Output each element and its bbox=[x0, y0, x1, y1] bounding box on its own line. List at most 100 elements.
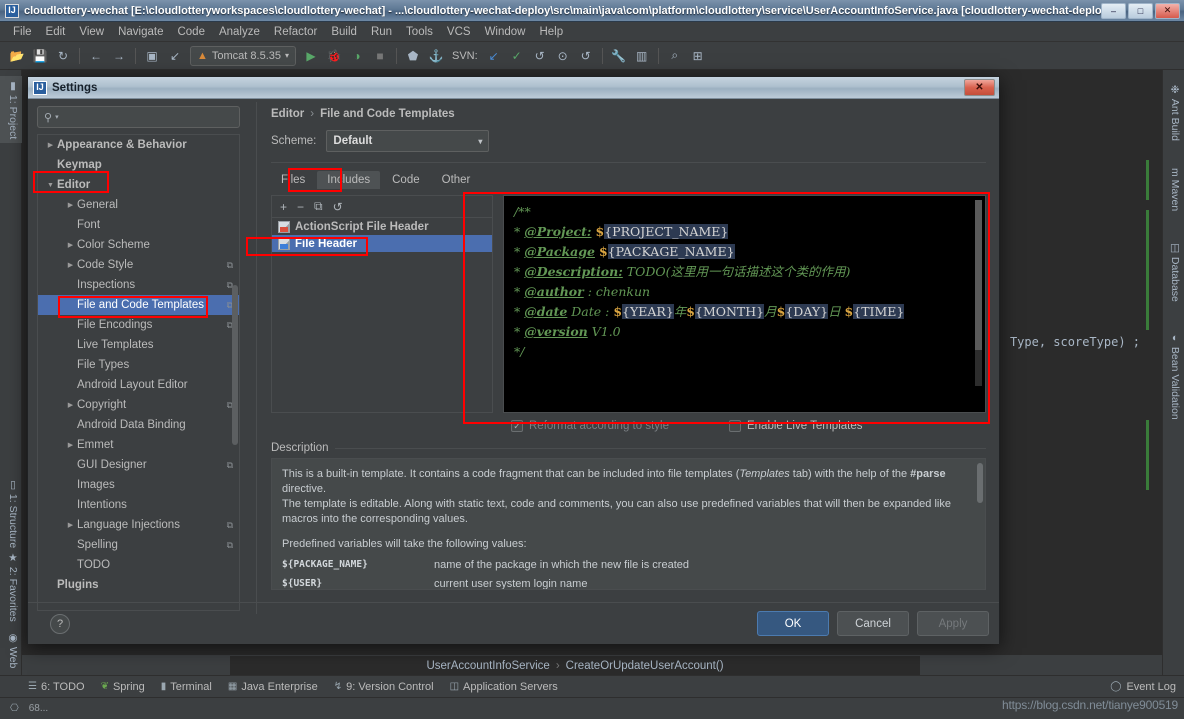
debug-icon[interactable]: 🐞 bbox=[323, 45, 345, 67]
save-all-icon[interactable]: 💾 bbox=[29, 45, 51, 67]
sidebar-item-images[interactable]: Images bbox=[38, 475, 239, 495]
sidebar-item-copyright[interactable]: ▶ Copyright ⧉ bbox=[38, 395, 239, 415]
run-configuration-selector[interactable]: ▲ Tomcat 8.5.35 ▾ bbox=[190, 45, 296, 66]
menu-view[interactable]: View bbox=[72, 24, 111, 40]
status-item-terminal[interactable]: ▮ Terminal bbox=[161, 681, 212, 693]
reset-icon[interactable]: ↺ bbox=[333, 200, 343, 214]
search-input[interactable]: ⚲ ▾ bbox=[37, 106, 240, 128]
sidebar-item-inspections[interactable]: Inspections ⧉ bbox=[38, 275, 239, 295]
enable-live-templates-checkbox[interactable]: Enable Live Templates bbox=[728, 420, 862, 432]
run-icon[interactable]: ▶ bbox=[300, 45, 322, 67]
sidebar-item-file-and-code-templates[interactable]: File and Code Templates ⧉ bbox=[38, 295, 239, 315]
sidebar-item-editor[interactable]: ▼ Editor bbox=[38, 175, 239, 195]
template-editor-scrollbar[interactable] bbox=[975, 200, 982, 350]
sidebar-item-code-style[interactable]: ▶ Code Style ⧉ bbox=[38, 255, 239, 275]
menu-navigate[interactable]: Navigate bbox=[111, 24, 170, 40]
undo-icon[interactable]: ↺ bbox=[575, 45, 597, 67]
cancel-button[interactable]: Cancel bbox=[837, 611, 909, 636]
editor-breadcrumb[interactable]: UserAccountInfoService › CreateOrUpdateU… bbox=[230, 656, 920, 675]
profile-icon[interactable]: ⬟ bbox=[402, 45, 424, 67]
maximize-button[interactable]: □ bbox=[1128, 2, 1153, 19]
sidebar-item-language-injections[interactable]: ▶ Language Injections ⧉ bbox=[38, 515, 239, 535]
tree-scrollbar[interactable] bbox=[232, 285, 238, 445]
sidebar-item-gui-designer[interactable]: GUI Designer ⧉ bbox=[38, 455, 239, 475]
tab-code[interactable]: Code bbox=[382, 171, 430, 189]
menu-build[interactable]: Build bbox=[324, 24, 364, 40]
sidebar-item-plugins[interactable]: Plugins bbox=[38, 575, 239, 595]
add-icon[interactable]: + bbox=[280, 200, 287, 214]
search-icon[interactable]: ⌕ bbox=[664, 45, 686, 67]
tab-files[interactable]: Files bbox=[271, 171, 315, 189]
remove-icon[interactable]: − bbox=[297, 200, 304, 214]
sidebar-item-file-types[interactable]: File Types bbox=[38, 355, 239, 375]
copy-icon[interactable]: ⧉ bbox=[314, 199, 323, 214]
sidebar-item-spelling[interactable]: Spelling ⧉ bbox=[38, 535, 239, 555]
menu-run[interactable]: Run bbox=[364, 24, 399, 40]
settings-tree[interactable]: ▶ Appearance & Behavior Keymap ▼ Editor … bbox=[37, 134, 240, 611]
sidebar-item-intentions[interactable]: Intentions bbox=[38, 495, 239, 515]
sidebar-item-emmet[interactable]: ▶ Emmet bbox=[38, 435, 239, 455]
status-item-java-enterprise[interactable]: ▦ Java Enterprise bbox=[228, 681, 318, 693]
tab-includes[interactable]: Includes bbox=[317, 171, 381, 189]
status-item-version-control[interactable]: ↯ 9: Version Control bbox=[334, 681, 434, 693]
sidebar-item-appearance-behavior[interactable]: ▶ Appearance & Behavior bbox=[38, 135, 239, 155]
menu-code[interactable]: Code bbox=[170, 24, 212, 40]
tab-other[interactable]: Other bbox=[432, 171, 481, 189]
menu-file[interactable]: File bbox=[6, 24, 39, 40]
sidebar-item-general[interactable]: ▶ General bbox=[38, 195, 239, 215]
sidebar-item-android-layout-editor[interactable]: Android Layout Editor bbox=[38, 375, 239, 395]
reformat-according-to-style-checkbox[interactable]: ✓ Reformat according to style bbox=[511, 420, 669, 432]
sidebar-item-live-templates[interactable]: Live Templates bbox=[38, 335, 239, 355]
event-log-button[interactable]: ◯ Event Log bbox=[1110, 681, 1176, 693]
breadcrumb-method[interactable]: CreateOrUpdateUserAccount() bbox=[566, 660, 724, 672]
status-item-todo[interactable]: ☰ 6: TODO bbox=[28, 681, 85, 693]
status-item-spring[interactable]: ❦ Spring bbox=[101, 681, 145, 693]
settings-wrench-icon[interactable]: 🔧 bbox=[608, 45, 630, 67]
svn-revert-icon[interactable]: ↺ bbox=[529, 45, 551, 67]
settings-dialog[interactable]: IJ Settings ✕ ⚲ ▾ ▶ Appearance & Behavio… bbox=[27, 76, 1000, 644]
sidebar-item-android-data-binding[interactable]: Android Data Binding bbox=[38, 415, 239, 435]
apply-button[interactable]: Apply bbox=[917, 611, 989, 636]
menu-window[interactable]: Window bbox=[478, 24, 533, 40]
status-item-application-servers[interactable]: ◫ Application Servers bbox=[450, 681, 558, 693]
scheme-select[interactable]: Default ▾ bbox=[326, 130, 490, 152]
dialog-close-button[interactable]: ✕ bbox=[964, 79, 995, 96]
sidebar-item-keymap[interactable]: Keymap bbox=[38, 155, 239, 175]
help-button[interactable]: ? bbox=[50, 613, 70, 634]
sidebar-item-ant-build[interactable]: ❉ Ant Build bbox=[1162, 80, 1184, 145]
menu-edit[interactable]: Edit bbox=[39, 24, 73, 40]
sidebar-item-project[interactable]: ▮ 1: Project bbox=[0, 76, 22, 144]
template-editor[interactable]: /** * @Project: ${PROJECT_NAME} * @Packa… bbox=[503, 195, 986, 413]
menu-tools[interactable]: Tools bbox=[399, 24, 440, 40]
sidebar-item-color-scheme[interactable]: ▶ Color Scheme bbox=[38, 235, 239, 255]
list-item[interactable]: ActionScript File Header bbox=[272, 218, 492, 235]
svn-history-icon[interactable]: ⊙ bbox=[552, 45, 574, 67]
navigate-forward-icon[interactable]: → bbox=[108, 45, 130, 67]
sidebar-item-maven[interactable]: m Maven bbox=[1162, 164, 1184, 215]
list-item[interactable]: File Header bbox=[272, 235, 492, 252]
sidebar-item-font[interactable]: Font bbox=[38, 215, 239, 235]
wrench-arrow-icon[interactable]: ↙ bbox=[164, 45, 186, 67]
stop-icon[interactable]: ■ bbox=[369, 45, 391, 67]
ok-button[interactable]: OK bbox=[757, 611, 829, 636]
sidebar-item-structure[interactable]: ▯ 1: Structure bbox=[0, 475, 22, 552]
svn-commit-icon[interactable]: ✓ bbox=[506, 45, 528, 67]
menu-vcs[interactable]: VCS bbox=[440, 24, 478, 40]
sidebar-item-bean-validation[interactable]: ◐ Bean Validation bbox=[1162, 328, 1184, 424]
hide-tool-windows-icon[interactable]: ⎔ bbox=[10, 703, 19, 714]
description-scrollbar[interactable] bbox=[977, 463, 983, 503]
sidebar-item-favorites[interactable]: ★ 2: Favorites bbox=[0, 548, 22, 626]
navigate-back-icon[interactable]: ← bbox=[85, 45, 107, 67]
window-controls[interactable]: – □ ✕ bbox=[1101, 2, 1180, 19]
menu-help[interactable]: Help bbox=[532, 24, 570, 40]
more-icon[interactable]: ⊞ bbox=[687, 45, 709, 67]
sidebar-item-web[interactable]: ◉ Web bbox=[0, 628, 22, 672]
toggle-bookmark-icon[interactable]: ▣ bbox=[141, 45, 163, 67]
close-button[interactable]: ✕ bbox=[1155, 2, 1180, 19]
breadcrumb-class[interactable]: UserAccountInfoService bbox=[426, 660, 549, 672]
sync-icon[interactable]: ↻ bbox=[52, 45, 74, 67]
sidebar-item-todo[interactable]: TODO bbox=[38, 555, 239, 575]
svn-update-icon[interactable]: ↙ bbox=[483, 45, 505, 67]
sidebar-item-database[interactable]: ◫ Database bbox=[1162, 238, 1184, 306]
deploy-icon[interactable]: ⚓ bbox=[425, 45, 447, 67]
